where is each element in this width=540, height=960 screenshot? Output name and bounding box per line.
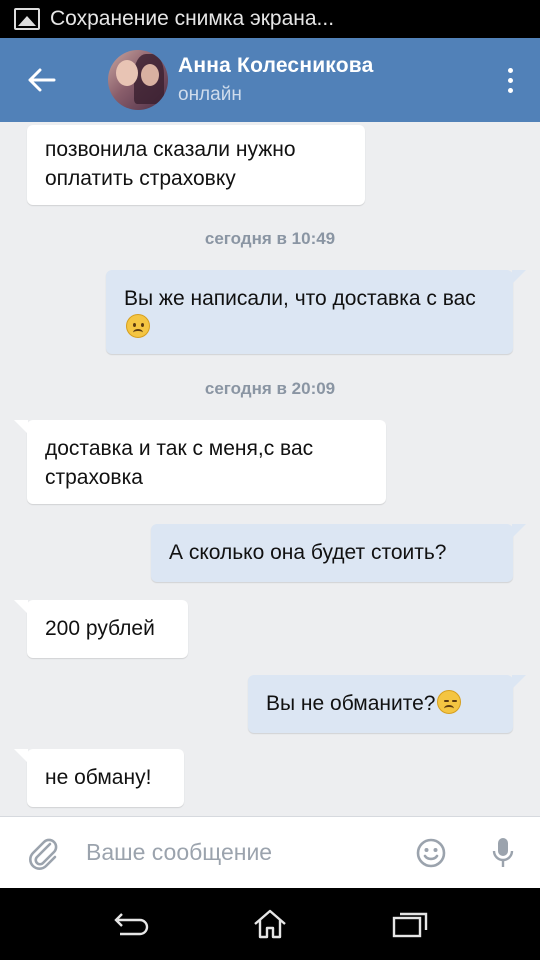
- message-text: А сколько она будет стоить?: [169, 541, 447, 564]
- peer-name: Анна Колесникова: [178, 54, 374, 77]
- message-text: не обману!: [45, 766, 152, 789]
- arrow-left-icon: [28, 68, 56, 92]
- message-bubble-incoming[interactable]: позвонила сказали нужно оплатить страхов…: [27, 125, 365, 205]
- message-text: Вы же написали, что доставка с вас: [124, 287, 476, 310]
- message-bubble-outgoing[interactable]: А сколько она будет стоить?: [151, 524, 526, 582]
- attach-button[interactable]: [0, 836, 86, 870]
- message-text: 200 рублей: [45, 617, 155, 640]
- pensive-face-icon: [437, 690, 462, 714]
- date-separator: сегодня в 10:49: [204, 229, 336, 248]
- peer-status: онлайн: [178, 84, 242, 105]
- back-icon: [114, 913, 149, 936]
- date-separator: сегодня в 20:09: [204, 379, 336, 398]
- message-text: доставка и так с меня,с вас страховка: [45, 437, 314, 489]
- status-bar: Сохранение снимка экрана...: [0, 0, 540, 38]
- message-input[interactable]: [86, 822, 396, 883]
- home-icon: [254, 909, 286, 939]
- paperclip-icon: [29, 838, 58, 870]
- message-bubble-incoming[interactable]: не обману!: [14, 749, 184, 807]
- avatar[interactable]: [108, 50, 168, 110]
- peer-info[interactable]: Анна Колесникова онлайн: [178, 54, 373, 106]
- more-menu-button[interactable]: [480, 38, 540, 122]
- message-list[interactable]: позвонила сказали нужно оплатить страхов…: [0, 122, 540, 816]
- message-bubble-outgoing[interactable]: Вы не обманите?: [248, 675, 526, 733]
- microphone-icon: [492, 837, 514, 867]
- nav-recents-button[interactable]: [380, 894, 440, 954]
- message-bubble-outgoing[interactable]: Вы же написали, что доставка с вас: [106, 270, 526, 354]
- more-vertical-icon: [507, 67, 513, 73]
- smiley-icon: [416, 838, 446, 867]
- message-text: позвонила сказали нужно оплатить страхов…: [45, 138, 296, 190]
- slightly-frowning-face-icon: [126, 314, 150, 338]
- emoji-button[interactable]: [396, 837, 466, 869]
- nav-home-button[interactable]: [240, 894, 300, 954]
- message-composer: [0, 816, 540, 888]
- back-button[interactable]: [0, 38, 84, 122]
- status-notification-text: Сохранение снимка экрана...: [50, 7, 335, 30]
- voice-message-button[interactable]: [466, 836, 540, 870]
- nav-back-button[interactable]: [100, 894, 160, 954]
- chat-header: Анна Колесникова онлайн: [0, 38, 540, 122]
- message-bubble-incoming[interactable]: доставка и так с меня,с вас страховка: [14, 420, 386, 504]
- message-text: Вы не обманите?: [266, 692, 436, 715]
- screenshot-notification-icon: [14, 8, 40, 30]
- system-navigation-bar: [0, 888, 540, 960]
- recents-icon: [392, 912, 428, 938]
- message-bubble-incoming[interactable]: 200 рублей: [14, 600, 188, 658]
